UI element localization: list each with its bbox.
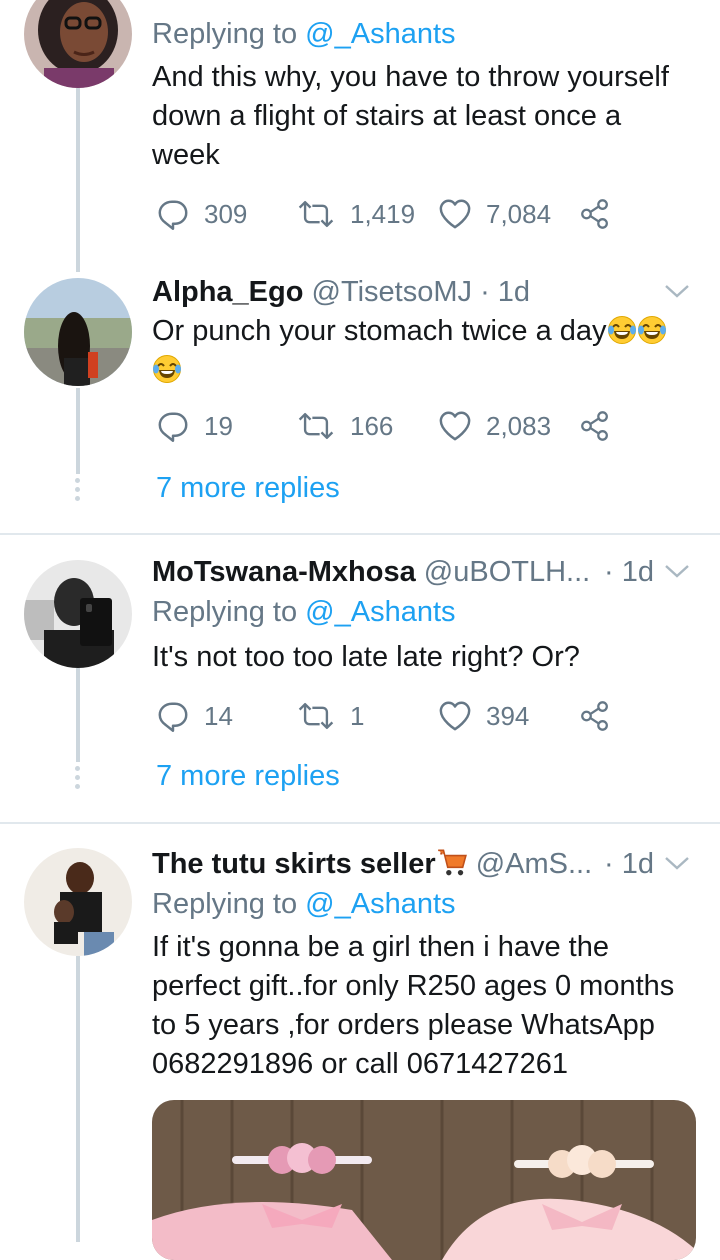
reply-count: 19 [204,410,233,441]
thread-line [76,668,80,762]
tweet-header: The tutu skirts seller @AmS... · 1d [152,844,700,884]
replying-to: Replying to @_Ashants [152,18,456,50]
timestamp: · 1d [604,848,654,880]
reply-icon [156,699,190,733]
like-count: 394 [486,700,530,731]
like-icon [438,699,472,733]
share-icon [578,197,612,231]
retweet-count: 166 [350,410,394,441]
retweet-button[interactable]: 1,419 [296,194,415,234]
tweet-actions: 14 1 394 [152,696,622,736]
tweet-media-image[interactable] [152,1100,696,1260]
replying-to: Replying to @_Ashants [152,596,456,628]
more-dots [74,766,82,793]
more-dots [74,478,82,505]
tweet-1[interactable]: Replying to @_Ashants And this why, you … [0,0,720,272]
more-replies-link[interactable]: 7 more replies [156,760,340,793]
thread-line [76,88,80,272]
retweet-button[interactable]: 166 [296,406,393,446]
avatar[interactable] [24,0,132,88]
reply-icon [156,409,190,443]
avatar[interactable] [24,848,132,956]
tweet-text: It's not too too late late right? Or? [152,641,580,673]
tweet-actions: 19 166 2,083 [152,406,622,446]
display-name[interactable]: The tutu skirts seller [152,848,436,880]
retweet-icon [296,197,336,231]
like-count: 7,084 [486,198,552,229]
handle-and-time: @TisetsoMJ · 1d [311,276,531,308]
reply-count: 14 [204,700,233,731]
reply-button[interactable]: 19 [156,406,233,446]
reply-icon [156,197,190,231]
handle: @AmS... [475,848,593,880]
tweet-header: Alpha_Ego @TisetsoMJ · 1d [152,272,700,312]
divider [0,533,720,535]
like-icon [438,197,472,231]
tweet-3[interactable]: MoTswana-Mxhosa @uBOTLH... · 1d Replying… [0,536,720,822]
shopping-cart-icon [437,849,467,876]
thread-line [76,388,80,474]
handle: @uBOTLH... [423,556,591,588]
mention-link[interactable]: @_Ashants [305,18,455,50]
tweet-actions: 309 1,419 7,084 [152,194,622,234]
share-button[interactable] [578,406,612,446]
laughing-emoji-icon [607,315,637,345]
tweet-text: Or punch your stomach twice a day [152,312,700,390]
tweet-2[interactable]: Alpha_Ego @TisetsoMJ · 1d Or punch your … [0,270,720,534]
share-icon [578,699,612,733]
laughing-emoji-icon [152,354,182,384]
timestamp: · 1d [604,556,654,588]
more-replies-link[interactable]: 7 more replies [156,472,340,505]
avatar[interactable] [24,560,132,668]
mention-link[interactable]: @_Ashants [305,888,455,920]
avatar[interactable] [24,278,132,386]
like-button[interactable]: 7,084 [438,194,551,234]
display-name[interactable]: Alpha_Ego [152,276,303,308]
retweet-icon [296,699,336,733]
tweet-4[interactable]: The tutu skirts seller @AmS... · 1d Repl… [0,824,720,1260]
chevron-down-icon[interactable] [664,272,690,312]
display-name[interactable]: MoTswana-Mxhosa [152,556,416,588]
replying-to: Replying to @_Ashants [152,888,456,920]
laughing-emoji-icon [637,315,667,345]
like-button[interactable]: 2,083 [438,406,551,446]
retweet-icon [296,409,336,443]
reply-button[interactable]: 14 [156,696,233,736]
share-icon [578,409,612,443]
chevron-down-icon[interactable] [664,552,690,592]
reply-count: 309 [204,198,248,229]
tweet-header: MoTswana-Mxhosa @uBOTLH... · 1d [152,552,700,592]
like-count: 2,083 [486,410,552,441]
mention-link[interactable]: @_Ashants [305,596,455,628]
thread-line [76,956,80,1242]
share-button[interactable] [578,696,612,736]
retweet-count: 1,419 [350,198,416,229]
tweet-text: If it's gonna be a girl then i have the … [152,931,675,1080]
retweet-count: 1 [350,700,365,731]
like-button[interactable]: 394 [438,696,529,736]
like-icon [438,409,472,443]
chevron-down-icon[interactable] [664,844,690,884]
tweet-text: And this why, you have to throw yourself… [152,61,669,171]
retweet-button[interactable]: 1 [296,696,364,736]
reply-button[interactable]: 309 [156,194,247,234]
share-button[interactable] [578,194,612,234]
